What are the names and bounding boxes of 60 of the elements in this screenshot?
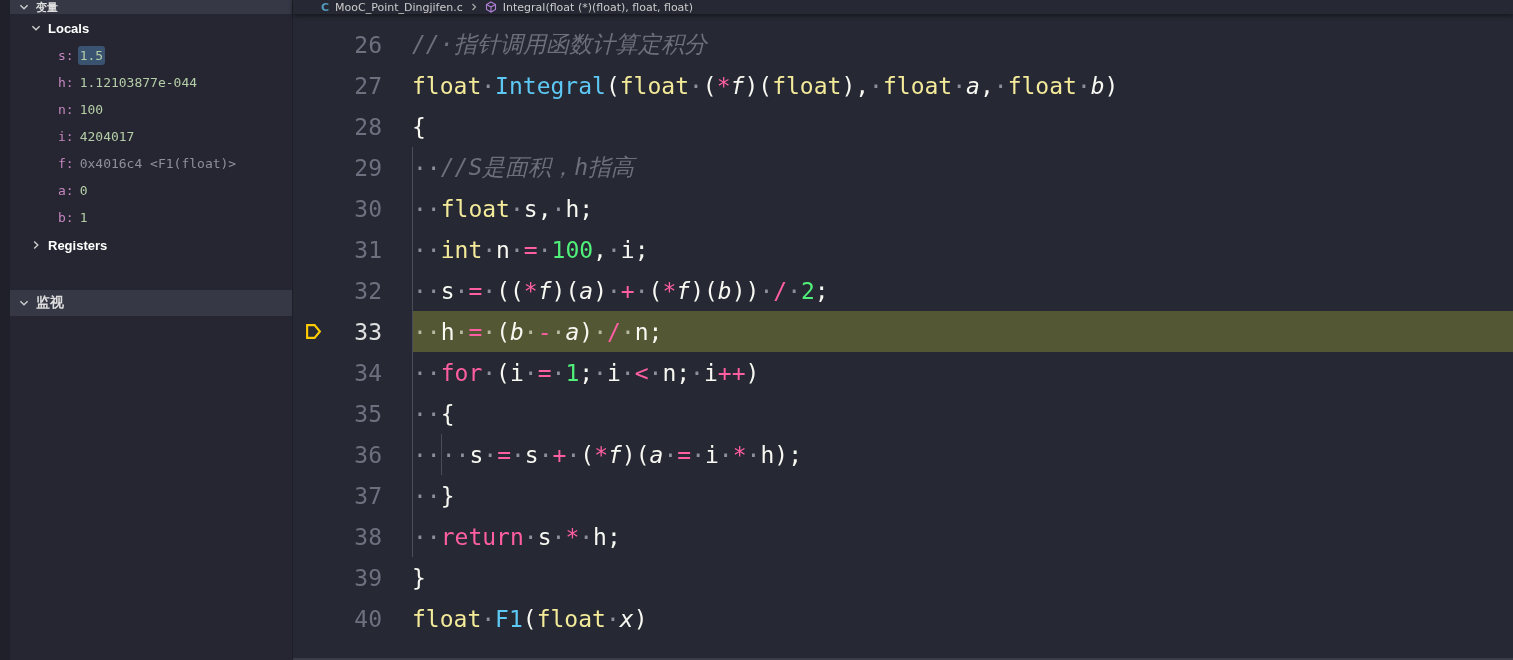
code-line: float·F1(float·x)	[412, 604, 649, 634]
code-line: ··return·s·*·h;	[412, 516, 1513, 557]
scope-item[interactable]: Locals	[10, 14, 292, 42]
variable-name: n:	[58, 102, 74, 117]
line-number: 37	[354, 482, 383, 509]
line-number: 39	[354, 564, 383, 591]
line-number: 28	[354, 113, 383, 140]
current-line-arrow-icon	[305, 323, 322, 340]
variable-row[interactable]: f: 0x4016c4 <F1(float)>	[10, 150, 292, 177]
variable-row[interactable]: h: 1.12103877e-044	[10, 69, 292, 96]
line-number: 31	[354, 236, 383, 263]
variable-value: 1.5	[77, 46, 106, 65]
line-number: 38	[354, 523, 383, 550]
code-line: }	[412, 563, 427, 593]
variable-name: h:	[58, 75, 74, 90]
variable-value: 1.12103877e-044	[78, 74, 199, 92]
variable-value: 1	[78, 209, 89, 227]
variable-row[interactable]: i: 4204017	[10, 123, 292, 150]
breadcrumb-item[interactable]: Integral(float (*)(float), float, float)	[502, 0, 693, 14]
code-line: ··{	[412, 393, 1513, 434]
variable-name: b:	[58, 210, 74, 225]
variable-value: 0x4016c4 <F1(float)>	[78, 155, 238, 173]
line-number: 35	[354, 400, 383, 427]
line-number: 36	[354, 441, 383, 468]
variable-name: f:	[58, 156, 74, 171]
section-header[interactable]: 变量	[10, 0, 292, 14]
line-number: 30	[354, 195, 383, 222]
scope-item[interactable]: Registers	[10, 231, 292, 259]
code-line: ··}	[412, 475, 1513, 516]
line-number: 32	[354, 277, 383, 304]
code-line: {	[412, 112, 427, 142]
variable-row[interactable]: b: 1	[10, 204, 292, 231]
variable-value: 4204017	[78, 128, 136, 146]
code-line: float·Integral(float·(*f)(float),·float·a,·float·b)	[412, 71, 1120, 101]
variable-row[interactable]: a: 0	[10, 177, 292, 204]
code-line: ··//S是面积，h指高	[412, 147, 1513, 188]
variable-value: 0	[78, 182, 89, 200]
variable-name: s:	[58, 48, 74, 63]
line-number: 29	[354, 154, 383, 181]
variable-name: a:	[58, 183, 74, 198]
line-number: 40	[354, 605, 383, 632]
line-number: 34	[354, 359, 383, 386]
variable-value: 100	[78, 101, 105, 119]
line-number: 26	[354, 31, 383, 58]
cube-icon	[484, 1, 497, 13]
c-file-icon: C	[321, 0, 330, 14]
line-number: 27	[354, 72, 383, 99]
code-line: //·指针调用函数计算定积分	[412, 30, 709, 59]
code-line: ····s·=·s·+·(*f)(a·=·i·*·h);	[412, 434, 1513, 475]
section-title: 变量	[36, 0, 58, 15]
section-title: 监视	[36, 294, 64, 312]
line-number: 33	[354, 318, 383, 345]
code-line: ··int·n·=·100,·i;	[412, 229, 1513, 270]
variable-name: i:	[58, 129, 74, 144]
section-header[interactable]: 监视	[10, 290, 292, 316]
code-line: ··for·(i·=·1;·i·<·n;·i++)	[412, 352, 1513, 393]
variable-row[interactable]: s: 1.5	[10, 42, 292, 69]
code-line: ··float·s,·h;	[412, 188, 1513, 229]
variable-row[interactable]: n: 100	[10, 96, 292, 123]
breadcrumb-item[interactable]: MooC_Point_Dingjifen.c	[335, 0, 463, 14]
